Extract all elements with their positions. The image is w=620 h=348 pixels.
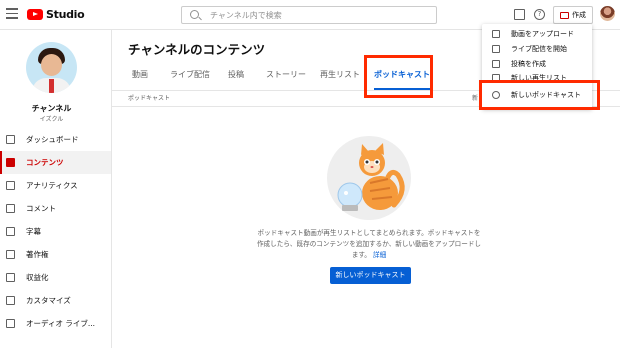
highlight-box-podcast-tab xyxy=(364,55,433,98)
menu-item-upload[interactable]: 動画をアップロード xyxy=(482,27,592,41)
post-icon xyxy=(492,60,500,68)
create-button[interactable]: 作成 xyxy=(553,6,593,24)
create-label: 作成 xyxy=(572,11,586,19)
learn-more-link[interactable]: 詳細 xyxy=(373,251,386,259)
sidebar-item-label: 収益化 xyxy=(26,273,49,282)
tab-live[interactable]: ライブ配信 xyxy=(170,60,210,90)
search-icon xyxy=(190,10,199,19)
sidebar-item-monetization[interactable]: 収益化 xyxy=(0,266,111,289)
sidebar-item-label: カスタマイズ xyxy=(26,296,71,305)
logo-text: Studio xyxy=(46,8,85,21)
customize-icon xyxy=(6,296,15,305)
channel-handle: イズクル xyxy=(39,116,64,123)
tab-posts[interactable]: 投稿 xyxy=(228,60,244,90)
sidebar-item-label: 著作権 xyxy=(26,250,49,259)
sidebar-item-audio-library[interactable]: オーディオ ライブ... xyxy=(0,312,111,335)
tab-videos[interactable]: 動画 xyxy=(132,60,148,90)
sidebar-item-copyright[interactable]: 著作権 xyxy=(0,243,111,266)
empty-state-description: ポッドキャスト動画が再生リストとしてまとめられます。ポッドキャストを作成したら、… xyxy=(256,229,482,259)
subtitles-icon xyxy=(6,227,15,236)
menu-item-label: 動画をアップロード xyxy=(511,30,574,38)
channel-avatar[interactable] xyxy=(26,42,77,93)
tab-stories[interactable]: ストーリー xyxy=(266,60,306,90)
sidebar-item-label: コメント xyxy=(26,204,56,213)
analytics-icon xyxy=(6,181,15,190)
channel-name: チャンネル xyxy=(31,104,72,113)
sidebar-item-content[interactable]: コンテンツ xyxy=(0,151,111,174)
live-icon xyxy=(492,45,500,53)
youtube-logo-icon xyxy=(27,9,43,20)
podcast-cat-illustration xyxy=(327,136,411,220)
monetization-icon xyxy=(6,273,15,282)
empty-state-text: ポッドキャスト動画が再生リストとしてまとめられます。ポッドキャストを作成したら、… xyxy=(256,228,482,260)
copyright-icon xyxy=(6,250,15,259)
help-icon[interactable]: ? xyxy=(534,9,545,20)
video-camera-icon xyxy=(560,11,569,19)
tab-playlists[interactable]: 再生リスト xyxy=(320,60,360,90)
menu-item-create-post[interactable]: 投稿を作成 xyxy=(482,57,592,71)
feedback-icon[interactable] xyxy=(514,9,525,20)
menu-item-go-live[interactable]: ライブ配信を開始 xyxy=(482,42,592,56)
sort-label[interactable]: 新 xyxy=(472,93,478,102)
sidebar-item-label: ダッシュボード xyxy=(26,135,79,144)
sidebar-item-customize[interactable]: カスタマイズ xyxy=(0,289,111,312)
sidebar-item-dashboard[interactable]: ダッシュボード xyxy=(0,128,111,151)
menu-item-label: 投稿を作成 xyxy=(511,60,546,68)
studio-logo[interactable]: Studio xyxy=(27,8,85,21)
sidebar-item-subtitles[interactable]: 字幕 xyxy=(0,220,111,243)
sidebar-item-label: アナリティクス xyxy=(26,181,78,190)
sidebar-item-label: コンテンツ xyxy=(26,158,64,167)
sidebar-nav: ダッシュボード コンテンツ アナリティクス コメント 字幕 著作権 収益化 カス… xyxy=(0,128,111,335)
dashboard-icon xyxy=(6,135,15,144)
sidebar-item-analytics[interactable]: アナリティクス xyxy=(0,174,111,197)
sidebar-item-label: オーディオ ライブ... xyxy=(26,319,96,328)
hamburger-menu-icon[interactable] xyxy=(6,8,18,20)
comment-icon xyxy=(6,204,15,213)
highlight-box-new-podcast xyxy=(479,80,600,110)
filter-label: ポッドキャスト xyxy=(128,95,171,102)
account-avatar[interactable] xyxy=(600,6,615,21)
page-title: チャンネルのコンテンツ xyxy=(128,42,266,57)
audio-library-icon xyxy=(6,319,15,328)
content-icon xyxy=(6,158,15,167)
menu-item-label: ライブ配信を開始 xyxy=(511,45,567,53)
upload-icon xyxy=(492,30,500,38)
search-input[interactable]: チャンネル内で検索 xyxy=(181,6,437,24)
sidebar: チャンネル イズクル ダッシュボード コンテンツ アナリティクス コメント 字幕… xyxy=(0,30,112,348)
search-placeholder: チャンネル内で検索 xyxy=(210,11,282,20)
sidebar-item-label: 字幕 xyxy=(26,227,41,236)
new-podcast-button[interactable]: 新しいポッドキャスト xyxy=(330,267,411,284)
sidebar-item-comments[interactable]: コメント xyxy=(0,197,111,220)
